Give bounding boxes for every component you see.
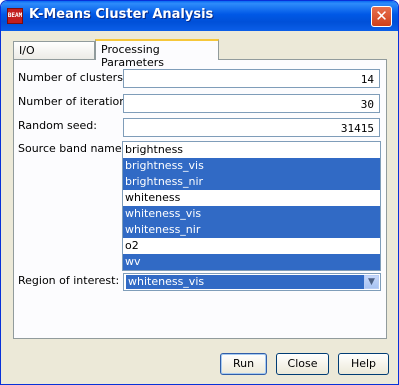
close-icon[interactable]: ✕ <box>371 6 392 27</box>
tab-processing-parameters-label: Processing Parameters <box>101 43 164 69</box>
iterations-label: Number of iterations: <box>18 95 136 108</box>
roi-selected-value: whiteness_vis <box>126 275 364 289</box>
app-icon-text: BEAM <box>7 12 23 19</box>
clusters-field[interactable]: 14 <box>123 69 380 88</box>
source-bands-list[interactable]: brightness brightness_vis brightness_nir… <box>122 141 381 271</box>
list-item[interactable]: brightness_nir <box>123 174 380 190</box>
seed-label: Random seed: <box>18 119 97 132</box>
title-bar[interactable]: BEAM K-Means Cluster Analysis ✕ <box>1 1 398 31</box>
run-button[interactable]: Run <box>220 353 267 375</box>
list-item[interactable]: whiteness_nir <box>123 222 380 238</box>
tab-processing-parameters[interactable]: Processing Parameters <box>95 39 219 69</box>
tab-io-parameters[interactable]: I/O Parameters <box>13 41 95 70</box>
list-item[interactable]: o2 <box>123 238 380 254</box>
list-item[interactable]: brightness_vis <box>123 158 380 174</box>
roi-label: Region of interest: <box>18 274 120 287</box>
beam-app-icon: BEAM <box>7 8 23 24</box>
list-item[interactable]: brightness <box>123 142 380 158</box>
list-item[interactable]: whiteness_vis <box>123 206 380 222</box>
roi-select[interactable]: whiteness_vis ▼ <box>123 273 381 291</box>
window-title: K-Means Cluster Analysis <box>29 7 214 22</box>
close-button[interactable]: Close <box>276 353 329 375</box>
list-item[interactable]: wv <box>123 254 380 270</box>
seed-field[interactable]: 31415 <box>123 118 380 137</box>
clusters-label: Number of clusters: <box>18 71 127 84</box>
bands-label: Source band names: <box>18 142 132 155</box>
iterations-field[interactable]: 30 <box>123 94 380 113</box>
chevron-down-icon[interactable]: ▼ <box>364 275 379 289</box>
help-button[interactable]: Help <box>338 353 389 375</box>
dialog-window: BEAM K-Means Cluster Analysis ✕ I/O Para… <box>0 0 399 385</box>
list-item[interactable]: whiteness <box>123 190 380 206</box>
